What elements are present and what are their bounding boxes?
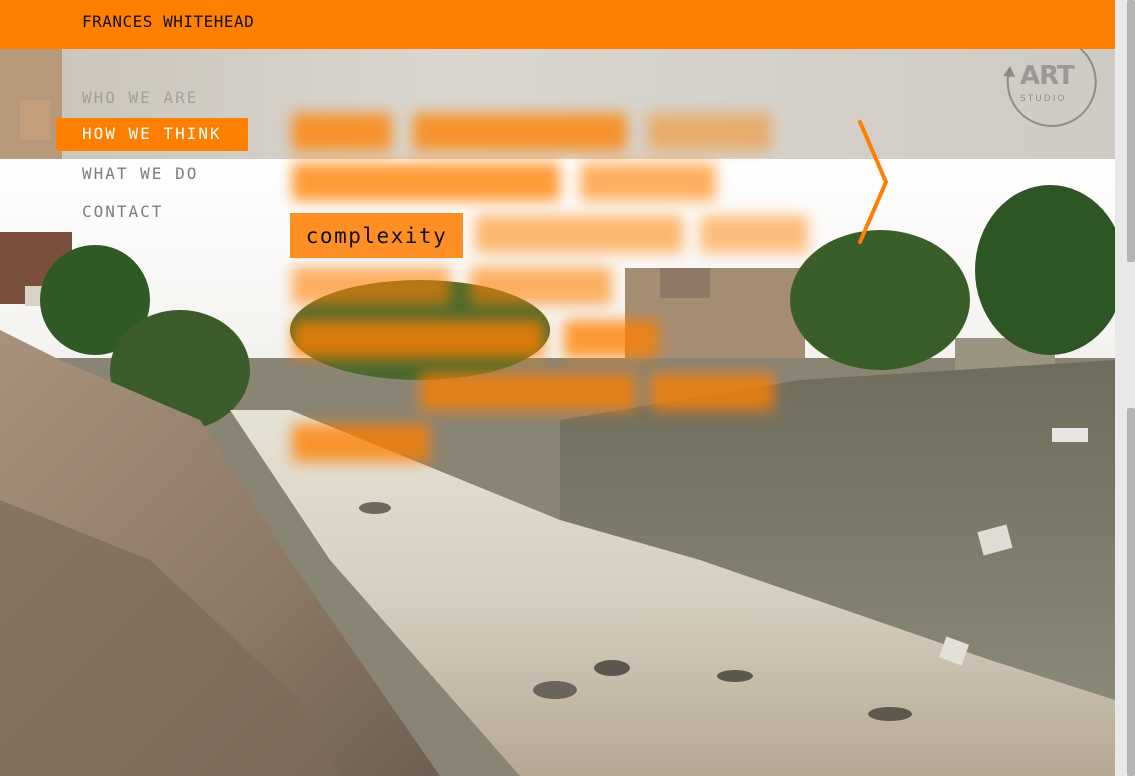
blurred-tag[interactable] bbox=[292, 267, 450, 305]
blurred-tag[interactable] bbox=[420, 373, 636, 411]
nav-item-contact[interactable]: CONTACT bbox=[82, 202, 163, 221]
chevron-right-icon[interactable] bbox=[852, 118, 892, 248]
blurred-tag[interactable] bbox=[292, 113, 392, 151]
nav-item-what-we-do[interactable]: WHAT WE DO bbox=[82, 164, 198, 183]
blurred-tag[interactable] bbox=[292, 424, 430, 462]
blurred-tag[interactable] bbox=[470, 267, 612, 305]
blurred-tag[interactable] bbox=[580, 163, 716, 201]
nav-item-how-we-think[interactable]: HOW WE THINK bbox=[56, 118, 248, 151]
logo-mark: ART bbox=[1020, 61, 1075, 91]
logo-subtitle: STUDIO bbox=[1020, 94, 1067, 104]
site-title-link[interactable]: FRANCES WHITEHEAD bbox=[82, 12, 254, 31]
blurred-tag[interactable] bbox=[292, 163, 560, 201]
scrollbar-thumb-secondary[interactable] bbox=[1127, 408, 1135, 776]
blurred-tag[interactable] bbox=[650, 373, 774, 411]
blurred-tag[interactable] bbox=[700, 215, 808, 253]
blurred-tag[interactable] bbox=[292, 320, 544, 358]
nav-item-who-we-are[interactable]: WHO WE ARE bbox=[82, 88, 198, 107]
scrollbar-thumb[interactable] bbox=[1127, 0, 1135, 262]
site-header: FRANCES WHITEHEAD bbox=[0, 0, 1125, 49]
blurred-tag[interactable] bbox=[647, 113, 771, 151]
blurred-tag[interactable] bbox=[413, 113, 627, 151]
tag-complexity[interactable]: complexity bbox=[290, 213, 463, 258]
blurred-tag[interactable] bbox=[564, 320, 658, 358]
blurred-tag[interactable] bbox=[475, 215, 683, 253]
